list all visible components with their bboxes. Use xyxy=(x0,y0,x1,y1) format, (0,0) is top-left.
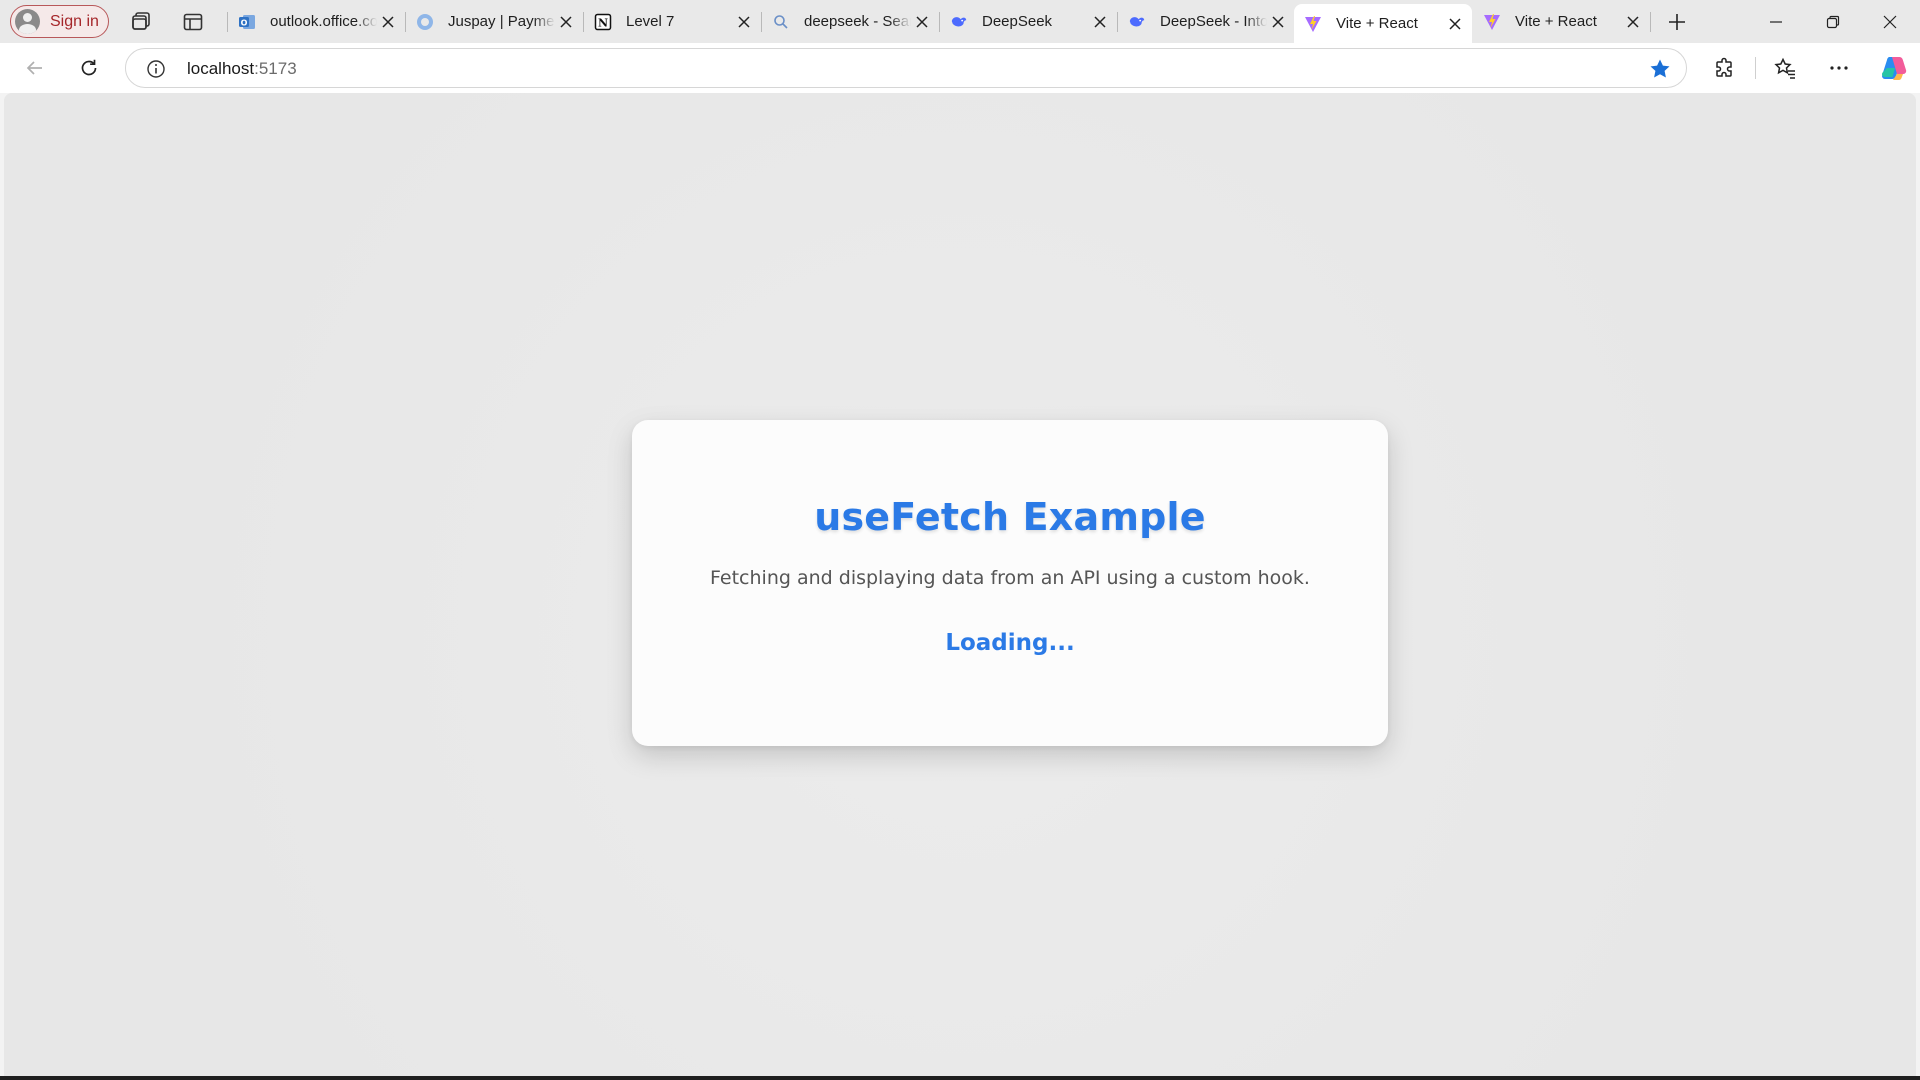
vite-icon xyxy=(1483,13,1501,31)
tab-deepseek-into-unknown[interactable]: DeepSeek - Into the Unknown xyxy=(1118,4,1295,39)
minimize-icon[interactable] xyxy=(1748,4,1804,39)
tab-deepseek-search[interactable]: deepseek - Search xyxy=(762,4,939,39)
tab-separator xyxy=(1650,12,1651,32)
page-title: useFetch Example xyxy=(814,495,1206,539)
tab-title: deepseek - Search xyxy=(804,13,911,30)
browser-window: Sign in O outlook.office.com Juspay | Pa… xyxy=(0,0,1920,1076)
refresh-icon[interactable] xyxy=(73,52,105,84)
close-icon[interactable] xyxy=(1267,11,1289,33)
address-bar[interactable]: localhost:5173 xyxy=(125,48,1687,88)
favorites-icon[interactable] xyxy=(1769,52,1801,84)
profile-signin-button[interactable]: Sign in xyxy=(10,5,109,38)
outlook-icon: O xyxy=(238,13,256,31)
vite-icon xyxy=(1304,15,1322,33)
close-icon[interactable] xyxy=(733,11,755,33)
close-icon[interactable] xyxy=(377,11,399,33)
tab-title: Vite + React xyxy=(1336,15,1418,32)
url-host: localhost xyxy=(187,59,255,78)
deepseek-icon xyxy=(1128,13,1146,31)
url-port: :5173 xyxy=(254,59,297,78)
search-icon xyxy=(772,13,790,31)
close-icon[interactable] xyxy=(1622,11,1644,33)
tab-title: DeepSeek xyxy=(982,13,1053,30)
vertical-tabs-icon[interactable] xyxy=(180,9,206,35)
extensions-puzzle-icon[interactable] xyxy=(1709,52,1741,84)
close-icon[interactable] xyxy=(1089,11,1111,33)
tab-vite-react[interactable]: Vite + React xyxy=(1473,4,1650,39)
copilot-icon[interactable] xyxy=(1878,52,1910,84)
back-arrow-icon[interactable] xyxy=(19,52,51,84)
tab-title: Level 7 xyxy=(626,13,675,30)
workspaces-icon[interactable] xyxy=(128,9,154,35)
close-icon[interactable] xyxy=(911,11,933,33)
page-subtitle: Fetching and displaying data from an API… xyxy=(710,567,1310,589)
favorite-star-icon[interactable] xyxy=(1648,57,1672,81)
tab-title: DeepSeek - Into the Unknown xyxy=(1160,13,1267,30)
deepseek-icon xyxy=(950,13,968,31)
person-avatar-icon xyxy=(15,9,40,34)
tab-strip: Sign in O outlook.office.com Juspay | Pa… xyxy=(0,0,1920,43)
fetch-example-card: useFetch Example Fetching and displaying… xyxy=(632,420,1388,746)
url-text[interactable]: localhost:5173 xyxy=(187,59,297,79)
tab-level-7[interactable]: N Level 7 xyxy=(584,4,761,39)
new-tab-plus-icon[interactable] xyxy=(1664,9,1690,35)
close-icon[interactable] xyxy=(555,11,577,33)
tab-title: Vite + React xyxy=(1515,13,1597,30)
svg-text:N: N xyxy=(598,16,608,29)
toolbar-divider xyxy=(1755,57,1756,79)
tab-deepseek[interactable]: DeepSeek xyxy=(940,4,1117,39)
tab-outlook[interactable]: O outlook.office.com xyxy=(228,4,405,39)
more-options-icon[interactable] xyxy=(1823,52,1855,84)
signin-label: Sign in xyxy=(50,12,99,30)
svg-text:O: O xyxy=(241,18,248,27)
juspay-icon xyxy=(416,13,434,31)
tab-title: outlook.office.com xyxy=(270,13,377,30)
restore-icon[interactable] xyxy=(1805,4,1861,39)
window-bottom-border xyxy=(0,1076,1920,1080)
page-viewport: useFetch Example Fetching and displaying… xyxy=(4,93,1916,1076)
close-icon[interactable] xyxy=(1444,13,1466,35)
site-info-icon[interactable] xyxy=(145,58,167,80)
loading-status: Loading... xyxy=(945,630,1075,656)
tab-vite-react-active[interactable]: Vite + React xyxy=(1294,4,1472,43)
navigation-toolbar: localhost:5173 xyxy=(0,43,1920,93)
notion-icon: N xyxy=(594,13,612,31)
close-window-icon[interactable] xyxy=(1862,4,1918,39)
tab-juspay[interactable]: Juspay | Payments xyxy=(406,4,583,39)
tab-title: Juspay | Payments xyxy=(448,13,555,30)
